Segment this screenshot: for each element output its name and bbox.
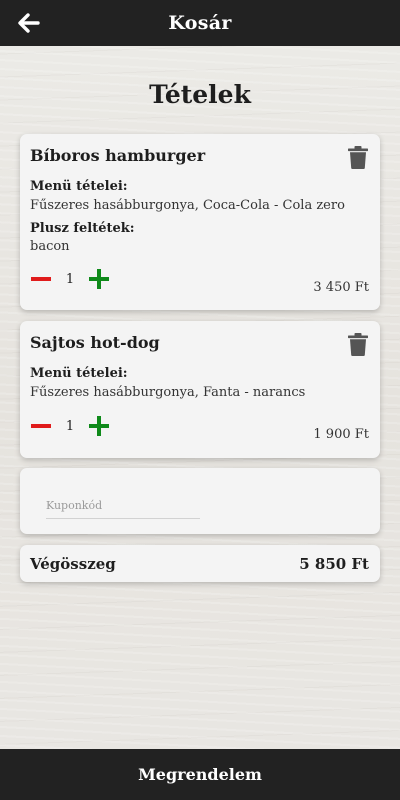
minus-icon[interactable] (30, 415, 52, 437)
quantity-stepper: 1 (30, 268, 110, 290)
quantity-value: 1 (65, 418, 75, 434)
plus-icon[interactable] (88, 415, 110, 437)
back-button[interactable] (14, 9, 44, 37)
menu-items-label: Menü tételei: (30, 179, 128, 194)
item-name: Bíboros hamburger (30, 146, 206, 165)
plus-icon[interactable] (88, 268, 110, 290)
order-button[interactable]: Megrendelem (0, 749, 400, 800)
top-bar: Kosár (0, 0, 400, 46)
menu-items-label: Menü tételei: (30, 366, 128, 381)
quantity-stepper: 1 (30, 415, 110, 437)
quantity-value: 1 (65, 271, 75, 287)
total-label: Végösszeg (30, 555, 116, 573)
trash-icon[interactable] (348, 146, 368, 169)
trash-icon[interactable] (348, 333, 368, 356)
cart-item-card: Bíboros hamburger Menü tételei: Fűszeres… (20, 134, 380, 310)
menu-items-value: Fűszeres hasábburgonya, Fanta - narancs (30, 385, 306, 400)
item-price: 3 450 Ft (313, 280, 369, 295)
extras-label: Plusz feltétek: (30, 221, 135, 236)
page-title: Kosár (168, 12, 232, 34)
menu-items-value: Fűszeres hasábburgonya, Coca-Cola - Cola… (30, 198, 345, 213)
coupon-card (20, 468, 380, 534)
minus-icon[interactable] (30, 268, 52, 290)
cart-item-card: Sajtos hot-dog Menü tételei: Fűszeres ha… (20, 321, 380, 458)
coupon-code-input[interactable] (46, 492, 200, 519)
arrow-left-icon (18, 13, 40, 33)
total-card: Végösszeg 5 850 Ft (20, 545, 380, 582)
order-button-label: Megrendelem (138, 765, 262, 784)
section-title: Tételek (149, 80, 251, 109)
item-price: 1 900 Ft (313, 427, 369, 442)
total-value: 5 850 Ft (299, 555, 369, 573)
extras-value: bacon (30, 239, 70, 254)
item-name: Sajtos hot-dog (30, 333, 160, 352)
